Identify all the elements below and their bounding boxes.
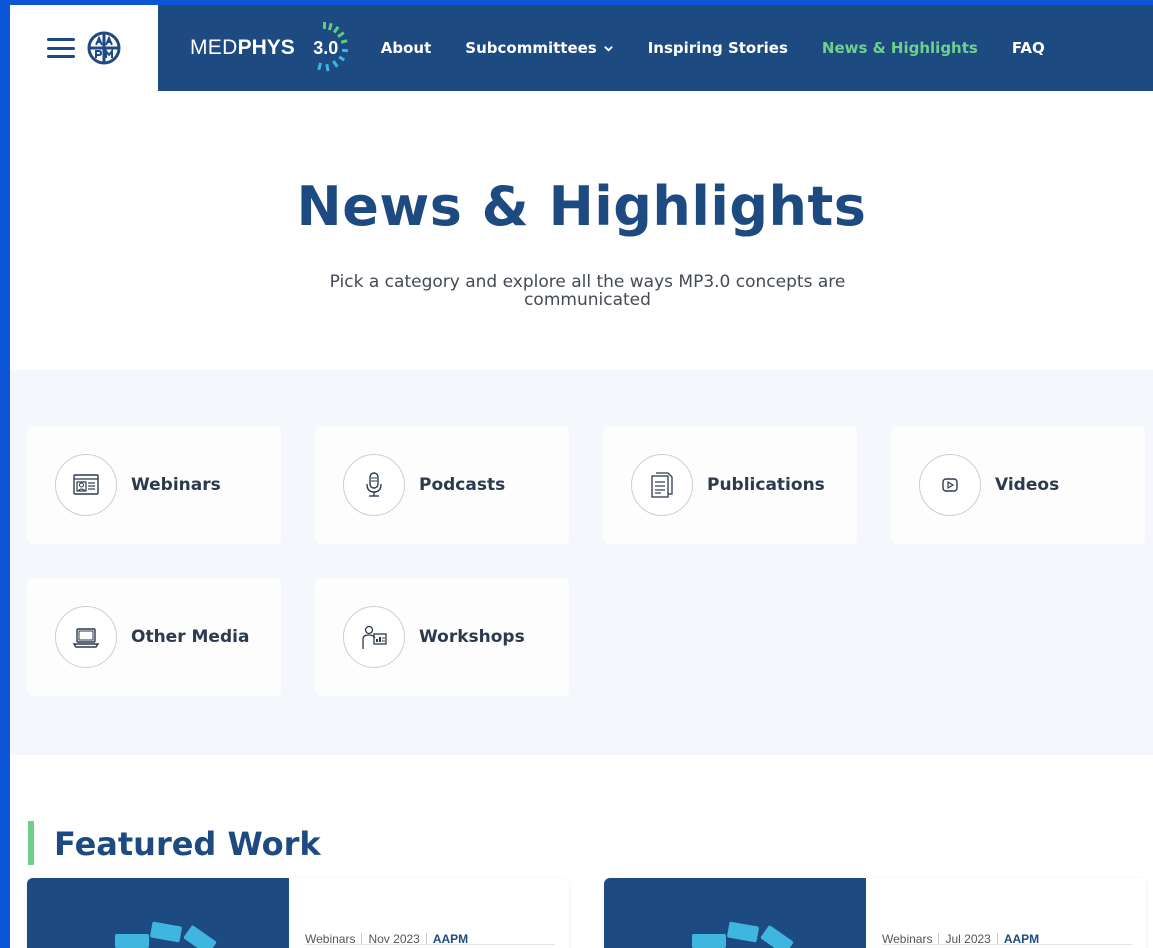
medphys-logo[interactable]: MED PHYS 3.0: [190, 19, 355, 77]
aapm-logo[interactable]: [87, 31, 121, 65]
brand-phys: PHYS: [237, 36, 295, 59]
microphone-icon: [343, 454, 405, 516]
featured-thumbnail: [604, 878, 866, 948]
nav-news-highlights-label: News & Highlights: [821, 39, 978, 57]
featured-meta: Webinars Jul 2023 AAPM: [866, 878, 1039, 948]
nav-subcommittees-label: Subcommittees: [465, 39, 597, 57]
document-icon: [631, 454, 693, 516]
nav-inspiring-stories[interactable]: Inspiring Stories: [648, 39, 788, 57]
nav-faq[interactable]: FAQ: [1012, 39, 1045, 57]
featured-title: Featured Work: [54, 825, 321, 863]
category-card-videos[interactable]: Videos: [891, 426, 1145, 544]
featured-accent-bar: [28, 821, 34, 865]
nav-subcommittees[interactable]: Subcommittees: [465, 39, 613, 57]
category-label: Publications: [707, 475, 825, 495]
category-card-workshops[interactable]: Workshops: [315, 578, 569, 696]
featured-thumbnail: [27, 878, 289, 948]
site-header: MED PHYS 3.0 About Subcommittees Inspiri…: [10, 5, 1153, 91]
featured-card[interactable]: Webinars Jul 2023 AAPM: [604, 878, 1146, 948]
webinar-icon: [55, 454, 117, 516]
featured-graphic: [692, 921, 794, 948]
nav-about-label: About: [380, 39, 432, 57]
category-section: Webinars Podcasts Publications Videos Ot…: [10, 370, 1153, 755]
category-label: Workshops: [419, 627, 525, 647]
hamburger-menu-icon[interactable]: [47, 38, 75, 58]
featured-divider: [305, 944, 555, 945]
featured-graphic: [115, 921, 217, 948]
brand-med: MED: [190, 36, 238, 59]
nav-inspiring-stories-label: Inspiring Stories: [647, 39, 788, 57]
laptop-icon: [55, 606, 117, 668]
featured-meta: Webinars Nov 2023 AAPM: [289, 878, 468, 948]
brand-version: 3.0: [313, 37, 339, 58]
category-label: Podcasts: [419, 475, 506, 495]
category-card-publications[interactable]: Publications: [603, 426, 857, 544]
featured-card[interactable]: Webinars Nov 2023 AAPM: [27, 878, 569, 948]
nav-faq-label: FAQ: [1011, 39, 1045, 57]
header-left: [10, 5, 158, 91]
presenter-icon: [343, 606, 405, 668]
featured-divider: [882, 944, 1132, 945]
category-card-webinars[interactable]: Webinars: [27, 426, 281, 544]
nav-news-highlights[interactable]: News & Highlights: [822, 39, 978, 57]
nav-about[interactable]: About: [381, 39, 432, 57]
category-label: Other Media: [131, 627, 250, 647]
category-label: Videos: [995, 475, 1060, 495]
brand-version-badge: 3.0: [297, 19, 355, 77]
page-subtitle: Pick a category and explore all the ways…: [329, 272, 846, 310]
main-nav: About Subcommittees Inspiring Stories Ne…: [381, 39, 1045, 57]
chevron-down-icon: [603, 45, 613, 52]
category-card-other-media[interactable]: Other Media: [27, 578, 281, 696]
play-icon: [919, 454, 981, 516]
header-nav-bar: MED PHYS 3.0 About Subcommittees Inspiri…: [158, 5, 1153, 91]
page-title: News & Highlights: [296, 175, 867, 238]
category-label: Webinars: [131, 475, 221, 495]
page-frame: MED PHYS 3.0 About Subcommittees Inspiri…: [10, 5, 1153, 948]
category-card-podcasts[interactable]: Podcasts: [315, 426, 569, 544]
